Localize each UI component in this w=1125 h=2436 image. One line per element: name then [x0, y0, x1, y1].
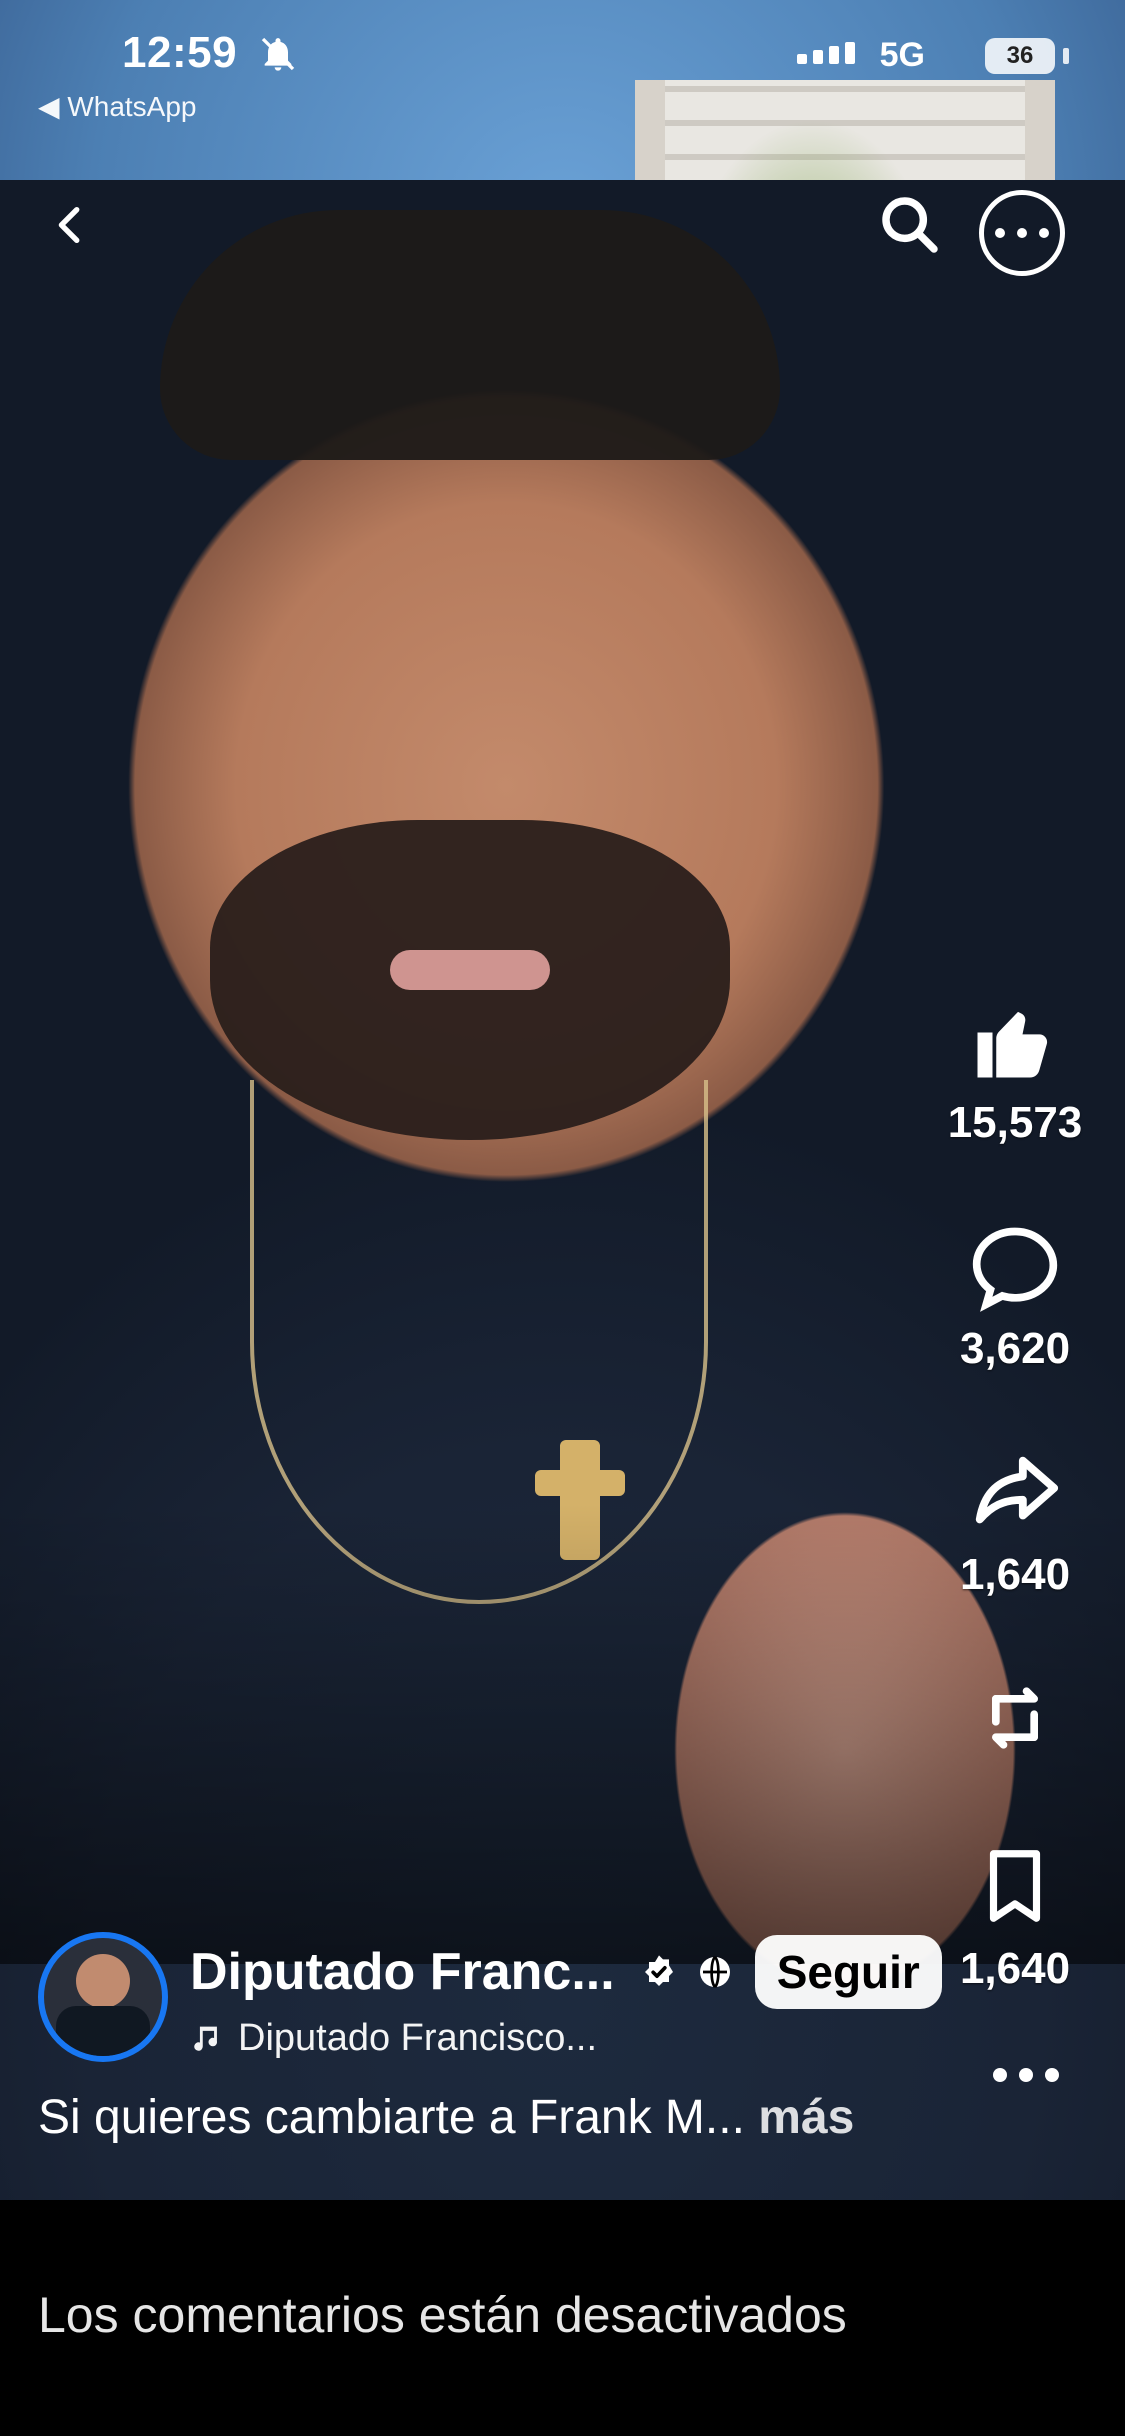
- battery-tip: [1063, 48, 1069, 64]
- back-button[interactable]: [36, 190, 106, 260]
- more-dot: [1017, 228, 1027, 238]
- caption-text: Si quieres cambiarte a Frank M...: [38, 2091, 745, 2144]
- follow-button[interactable]: Seguir: [754, 1934, 942, 2009]
- repost-icon: [965, 1668, 1065, 1768]
- verified-badge-icon: [644, 1954, 673, 1986]
- status-time: 12:59: [122, 28, 238, 77]
- comments-disabled-text: Los comentarios están desactivados: [38, 2287, 847, 2343]
- more-dot: [1039, 228, 1049, 238]
- comments-disabled-bar: Los comentarios están desactivados: [0, 2200, 1125, 2436]
- comment-count: 3,620: [959, 1324, 1071, 1373]
- music-note-icon: [194, 2026, 218, 2051]
- author-row: Diputado Franc... Seguir Diputado Franci…: [38, 1932, 1038, 2062]
- more-dot: [1019, 2068, 1033, 2082]
- action-rail: 15,573 3,620 1,640 1,640: [925, 990, 1105, 2062]
- audio-row[interactable]: Diputado Francisco...: [190, 2017, 942, 2060]
- more-dot: [1045, 2068, 1059, 2082]
- audio-title: Diputado Francisco...: [238, 2016, 598, 2059]
- globe-icon: [699, 1955, 730, 1988]
- battery-indicator: 36: [985, 38, 1055, 74]
- search-icon: [882, 197, 938, 253]
- chevron-left-icon: [58, 206, 80, 244]
- cellular-signal-icon: [797, 42, 855, 64]
- back-to-app-link[interactable]: ◀ WhatsApp: [38, 90, 196, 123]
- caption-more-link[interactable]: más: [758, 2091, 854, 2144]
- speaker-mouth: [390, 950, 550, 990]
- like-icon: [965, 990, 1065, 1090]
- author-meta: Diputado Franc... Seguir Diputado Franci…: [190, 1934, 942, 2060]
- more-options-button[interactable]: [979, 190, 1065, 276]
- status-bar: 12:59 ◀ WhatsApp 5G 36: [0, 28, 1125, 122]
- author-name-row: Diputado Franc... Seguir: [190, 1934, 942, 2009]
- mute-bell-icon: [261, 37, 295, 71]
- like-action[interactable]: 15,573: [925, 990, 1105, 1148]
- more-dot: [993, 2068, 1007, 2082]
- share-action[interactable]: 1,640: [925, 1442, 1105, 1600]
- author-avatar[interactable]: [38, 1932, 168, 2062]
- share-arrow-icon: [965, 1442, 1065, 1542]
- like-count: 15,573: [947, 1098, 1083, 1147]
- comment-action[interactable]: 3,620: [925, 1216, 1105, 1374]
- remix-action[interactable]: [925, 1668, 1105, 1768]
- comment-bubble-icon: [965, 1216, 1065, 1316]
- post-more-button[interactable]: [987, 2068, 1065, 2082]
- author-name[interactable]: Diputado Franc...: [190, 1942, 615, 2002]
- network-type: 5G: [879, 36, 925, 74]
- share-count: 1,640: [959, 1550, 1071, 1599]
- bookmark-icon: [965, 1836, 1065, 1936]
- more-dot: [995, 228, 1005, 238]
- video-top-controls: [0, 190, 1125, 290]
- caption-row[interactable]: Si quieres cambiarte a Frank M... más: [38, 2090, 854, 2145]
- search-button[interactable]: [875, 190, 945, 260]
